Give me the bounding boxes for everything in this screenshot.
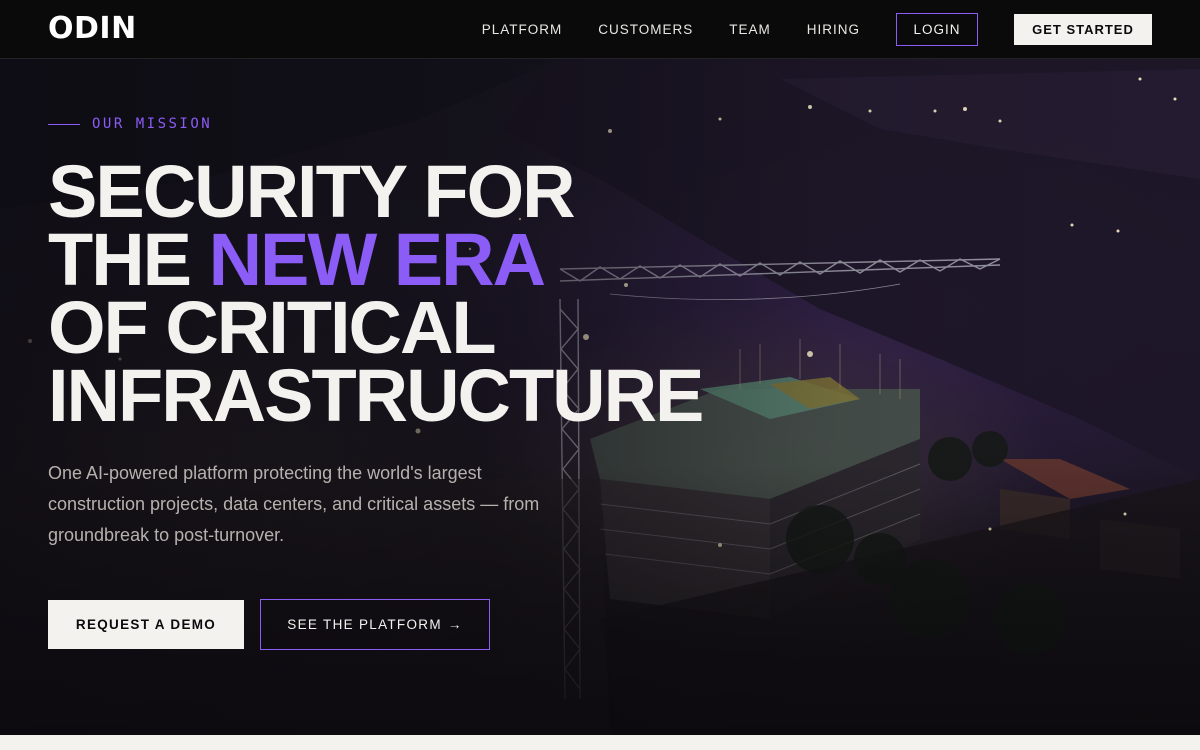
nav-link-team[interactable]: TEAM: [729, 22, 771, 37]
arrow-right-icon: →: [447, 617, 463, 632]
cta-row: REQUEST A DEMO SEE THE PLATFORM →: [48, 599, 808, 650]
headline-line-3: OF CRITICAL: [48, 286, 497, 369]
headline-line-2: THE NEW ERA: [48, 223, 808, 297]
headline-line-4: INFRASTRUCTURE: [48, 354, 704, 437]
next-section-edge: [0, 735, 1200, 750]
see-platform-label: SEE THE PLATFORM: [287, 617, 442, 632]
see-platform-button[interactable]: SEE THE PLATFORM →: [260, 599, 490, 650]
login-button[interactable]: LOGIN: [896, 12, 978, 46]
nav-links: PLATFORM CUSTOMERS TEAM HIRING LOGIN GET…: [482, 12, 1152, 46]
eyebrow: OUR MISSION: [48, 116, 808, 132]
eyebrow-rule: [48, 123, 80, 125]
request-demo-button[interactable]: REQUEST A DEMO: [48, 600, 244, 649]
hero-section: OUR MISSION SECURITY FOR THE NEW ERA OF …: [48, 59, 808, 650]
hero-subtext: One AI-powered platform protecting the w…: [48, 463, 540, 545]
nav-link-customers[interactable]: CUSTOMERS: [598, 22, 693, 37]
top-navbar: ODIN PLATFORM CUSTOMERS TEAM HIRING LOGI…: [0, 0, 1200, 59]
get-started-button[interactable]: GET STARTED: [1014, 13, 1152, 45]
nav-link-hiring[interactable]: HIRING: [807, 22, 860, 37]
headline-line-1: SECURITY FOR: [48, 150, 576, 233]
nav-link-platform[interactable]: PLATFORM: [482, 22, 563, 37]
hero-headline: SECURITY FOR THE NEW ERA OF CRITICAL INF…: [48, 150, 808, 437]
odin-logo[interactable]: ODIN: [48, 14, 137, 44]
eyebrow-label: OUR MISSION: [92, 116, 213, 132]
